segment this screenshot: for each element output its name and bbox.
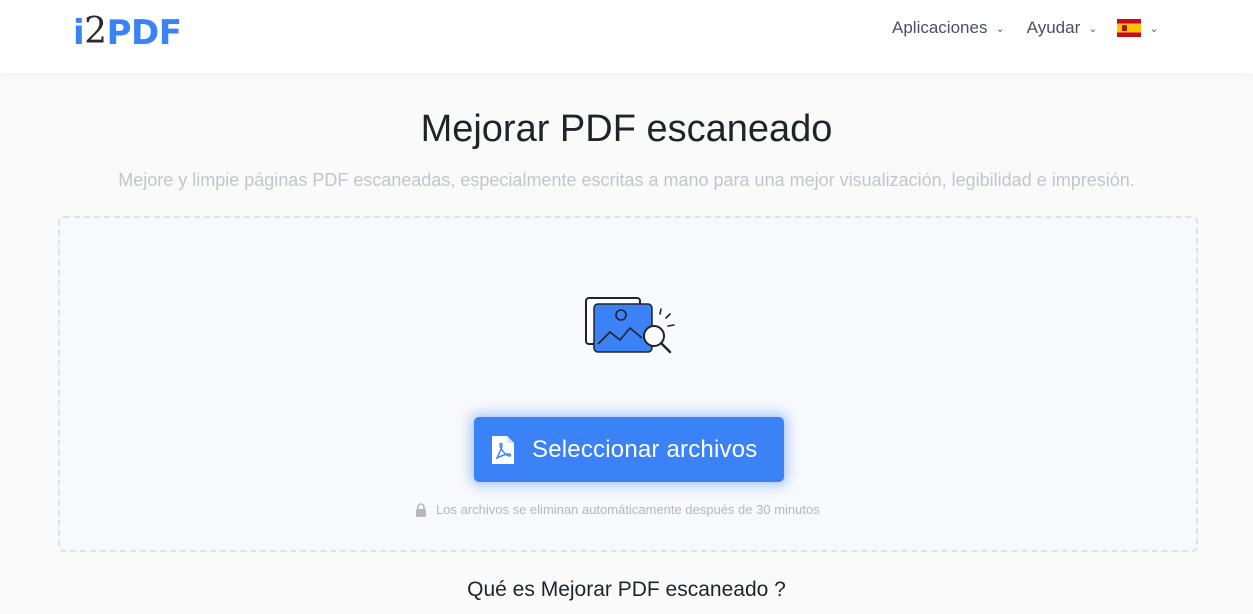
language-selector[interactable]: ⌄ [1117,17,1159,39]
select-files-button[interactable]: Seleccionar archivos [474,417,784,482]
privacy-note: Los archivos se eliminan automáticamente… [415,502,820,517]
lock-icon [416,502,426,517]
nav-menu: Aplicaciones ⌄ Ayudar ⌄ ⌄ [892,17,1159,39]
pdf-file-icon [492,435,514,464]
privacy-note-text: Los archivos se eliminan automáticamente… [436,502,820,517]
select-files-label: Seleccionar archivos [532,435,758,463]
logo-part-pdf: PDF [106,13,182,53]
file-dropzone[interactable]: Seleccionar archivos Los archivos se eli… [58,216,1198,552]
section-heading: Qué es Mejorar PDF escaneado ? [467,578,786,601]
chevron-down-icon: ⌄ [995,22,1005,35]
nav-item-help[interactable]: Ayudar ⌄ [1027,17,1098,39]
page-subtitle: Mejore y limpie páginas PDF escaneadas, … [118,170,1135,190]
chevron-down-icon: ⌄ [1088,22,1098,35]
chevron-down-icon: ⌄ [1149,22,1159,35]
nav-item-applications[interactable]: Aplicaciones ⌄ [892,17,1005,39]
page-title: Mejorar PDF escaneado [420,108,833,150]
logo-part-2: 2 [84,11,107,52]
logo-part-i: i [73,13,85,53]
nav-applications-label: Aplicaciones [892,18,988,37]
image-magnifier-icon [585,297,675,354]
spain-flag-icon [1117,19,1142,37]
nav-help-label: Ayudar [1026,18,1081,37]
navbar: i 2 PDF Aplicaciones ⌄ Ayudar ⌄ ⌄ [0,0,1253,73]
site-logo[interactable]: i 2 PDF [73,10,182,53]
